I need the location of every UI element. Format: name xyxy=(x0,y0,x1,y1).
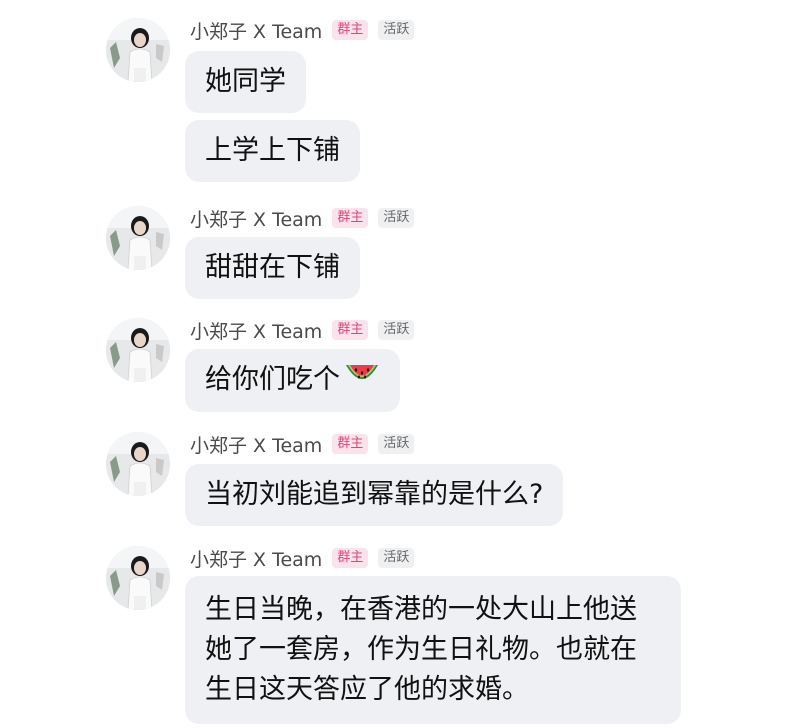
user-avatar-icon xyxy=(106,18,170,82)
active-badge: 活跃 xyxy=(378,548,415,568)
avatar[interactable] xyxy=(106,546,170,610)
avatar[interactable] xyxy=(106,206,170,270)
avatar[interactable] xyxy=(106,318,170,382)
sender-name[interactable]: 小郑子 X Team xyxy=(190,545,322,572)
user-avatar-icon xyxy=(106,206,170,270)
message-bubble[interactable]: 上学上下铺 xyxy=(185,120,360,182)
message-bubble[interactable]: 甜甜在下铺 xyxy=(185,237,360,299)
avatar[interactable] xyxy=(106,18,170,82)
active-badge: 活跃 xyxy=(378,320,415,340)
message-text: 给你们吃个 xyxy=(205,364,340,395)
user-avatar-icon xyxy=(106,546,170,610)
user-avatar-icon xyxy=(106,432,170,496)
active-badge: 活跃 xyxy=(378,208,415,228)
group-owner-badge: 群主 xyxy=(332,434,369,454)
active-badge: 活跃 xyxy=(378,434,415,454)
message-header: 小郑子 X Team 群主 活跃 xyxy=(190,431,415,458)
chat-message-list: 小郑子 X Team 群主 活跃 她同学 上学上下铺 小郑子 X Team 群主… xyxy=(0,0,800,728)
watermelon-icon xyxy=(344,359,380,402)
group-owner-badge: 群主 xyxy=(332,20,369,40)
message-bubble[interactable]: 给你们吃个 xyxy=(185,349,400,412)
message-header: 小郑子 X Team 群主 活跃 xyxy=(190,545,415,572)
message-header: 小郑子 X Team 群主 活跃 xyxy=(190,317,415,344)
sender-name[interactable]: 小郑子 X Team xyxy=(190,205,322,232)
message-bubble[interactable]: 她同学 xyxy=(185,51,306,113)
message-bubble[interactable]: 生日当晚，在香港的一处大山上他送她了一套房，作为生日礼物。也就在生日这天答应了他… xyxy=(185,576,681,724)
message-header: 小郑子 X Team 群主 活跃 xyxy=(190,17,415,44)
group-owner-badge: 群主 xyxy=(332,208,369,228)
sender-name[interactable]: 小郑子 X Team xyxy=(190,431,322,458)
user-avatar-icon xyxy=(106,318,170,382)
active-badge: 活跃 xyxy=(378,20,415,40)
message-bubble[interactable]: 当初刘能追到幂靠的是什么? xyxy=(185,464,564,526)
message-header: 小郑子 X Team 群主 活跃 xyxy=(190,205,415,232)
group-owner-badge: 群主 xyxy=(332,320,369,340)
avatar[interactable] xyxy=(106,432,170,496)
sender-name[interactable]: 小郑子 X Team xyxy=(190,317,322,344)
sender-name[interactable]: 小郑子 X Team xyxy=(190,17,322,44)
group-owner-badge: 群主 xyxy=(332,548,369,568)
